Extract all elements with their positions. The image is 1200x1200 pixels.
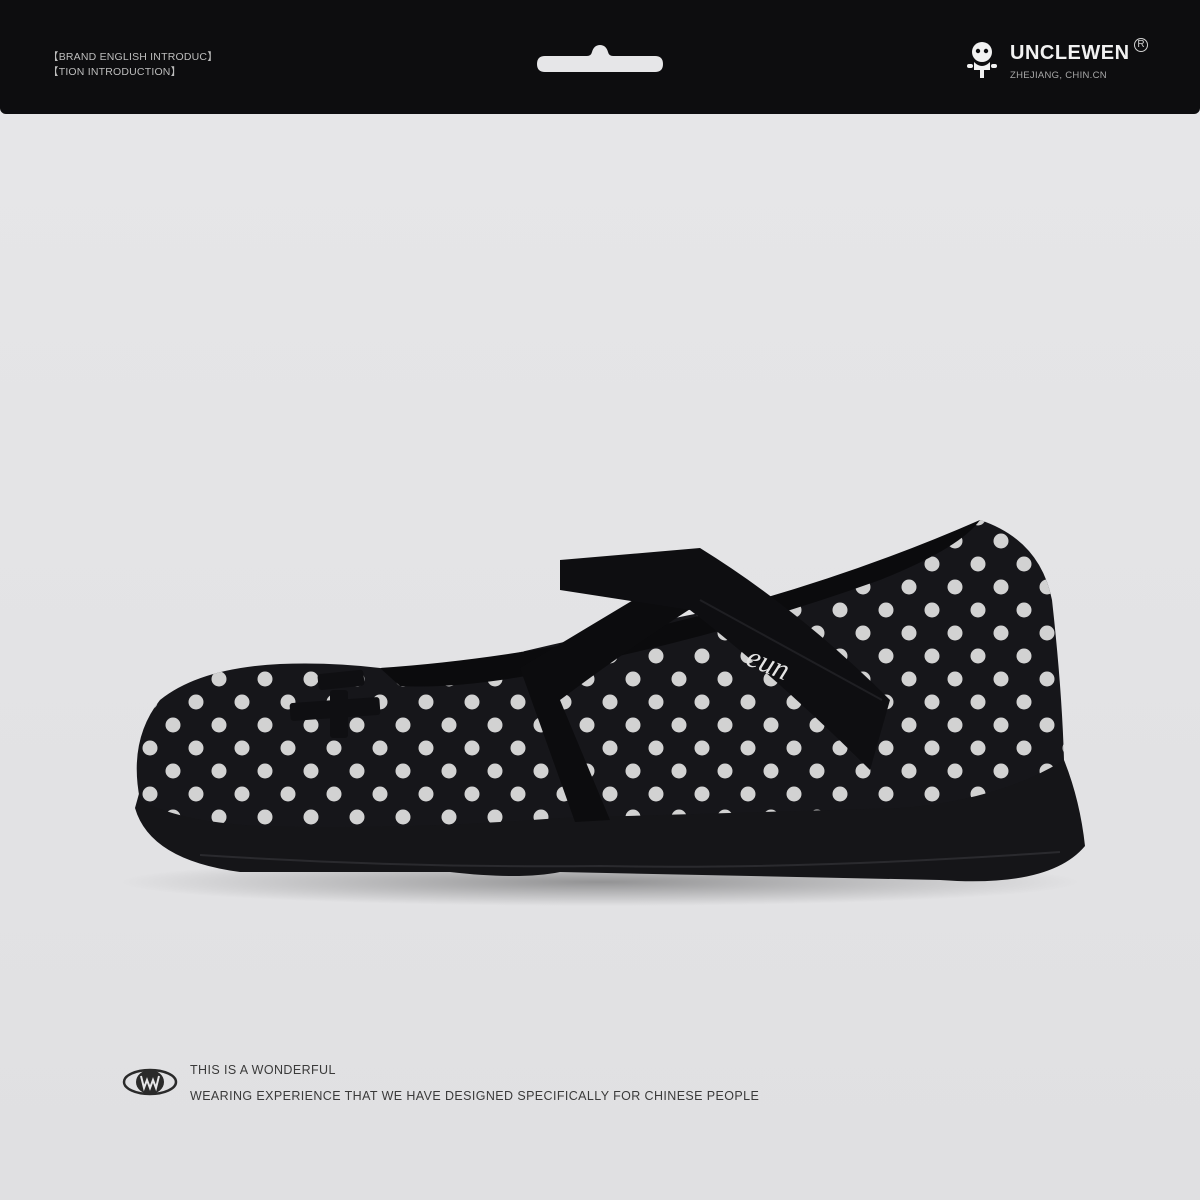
- tagline-line-2: WEARING EXPERIENCE THAT WE HAVE DESIGNED…: [190, 1089, 760, 1103]
- intro-line-2: 【TION INTRODUCTION】: [48, 66, 182, 78]
- header-bar: 【BRAND ENGLISH INTRODUC】 【TION INTRODUCT…: [0, 0, 1200, 114]
- brand-mascot-icon: [967, 42, 997, 78]
- footer-logo-icon: [122, 1068, 178, 1096]
- brand-name: UNCLEWEN: [1010, 42, 1130, 64]
- intro-line-1: 【BRAND ENGLISH INTRODUC】: [48, 51, 218, 63]
- brand-intro: 【BRAND ENGLISH INTRODUC】 【TION INTRODUCT…: [48, 50, 218, 80]
- product-photo: eun: [0, 114, 1200, 1200]
- hanger-hole-icon: [537, 45, 663, 72]
- tagline-line-1: THIS IS A WONDERFUL: [190, 1063, 336, 1077]
- registered-mark: R: [1134, 38, 1148, 52]
- brand-location: ZHEJIANG, CHIN.CN: [1010, 70, 1107, 81]
